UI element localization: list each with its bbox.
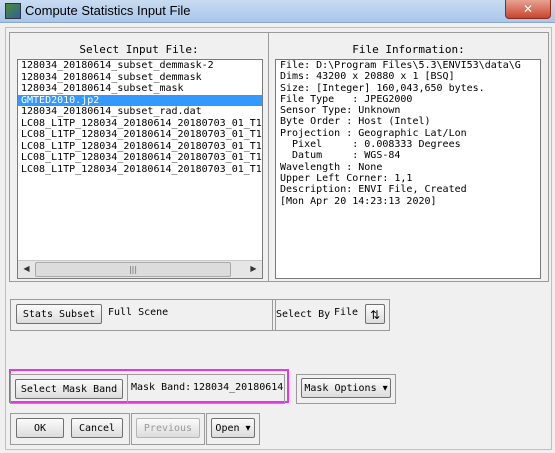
info-line: Description: ENVI File, Created [280,184,467,196]
list-item[interactable]: 128034_20180614_subset_demmask-2 [18,60,262,72]
title-bar[interactable]: Compute Statistics Input File ✕ [0,0,555,23]
mask-options-group: Mask Options ▾ [296,374,396,404]
file-info-text: File: D:\Program Files\5.3\ENVI53\data\G… [275,59,541,279]
cancel-button[interactable]: Cancel [71,418,123,438]
info-line: Byte Order : Host (Intel) [280,116,431,128]
select-mask-band-button[interactable]: Select Mask Band [15,379,123,399]
select-by-value: File [334,307,359,318]
input-file-panel: Select Input File: 128034_20180614_subse… [9,32,269,282]
list-item[interactable]: LC08_L1TP_128034_20180614_20180703_01_T1 [18,118,262,130]
open-label: Open [215,423,240,434]
select-by-toggle-icon[interactable]: ⇅ [365,304,385,324]
info-line: Wavelength : None [280,161,383,173]
scroll-thumb[interactable]: ||| [35,262,231,277]
info-line: Dims: 43200 x 20880 x 1 [BSQ] [280,71,455,83]
input-file-items: 128034_20180614_subset_demmask-2 128034_2… [18,60,262,175]
input-file-panel-title: Select Input File: [79,43,199,56]
horizontal-scrollbar[interactable]: ◀ ||| ▶ [18,260,262,278]
list-item[interactable]: LC08_L1TP_128034_20180614_20180703_01_T1 [18,141,262,153]
file-info-panel-title: File Information: [352,43,465,56]
chevron-down-icon: ▾ [245,423,251,434]
list-item[interactable]: LC08_L1TP_128034_20180614_20180703_01_T1 [18,129,262,141]
info-line: Datum : WGS-84 [280,150,401,162]
stats-subset-value: Full Scene [108,307,169,318]
mask-band-value: 128034_20180614 [193,382,284,393]
select-by-label: Select By [276,309,331,320]
info-line: Upper Left Corner: 1,1 [280,172,413,184]
previous-group: Previous [131,413,205,445]
dialog-content: Select Input File: 128034_20180614_subse… [5,27,552,450]
info-line: Projection : Geographic Lat/Lon [280,127,467,139]
app-icon [5,3,21,19]
file-info-panel: File Information: File: D:\Program Files… [268,32,549,282]
chevron-down-icon: ▾ [382,383,388,394]
mask-options-button[interactable]: Mask Options ▾ [301,378,391,398]
ok-button[interactable]: OK [16,418,64,438]
info-line: Sensor Type: Unknown [280,105,401,117]
stats-subset-group: Stats Subset Full Scene [10,299,276,331]
list-item[interactable]: LC08_L1TP_128034_20180614_20180703_01_T1 [18,152,262,164]
scroll-left-icon[interactable]: ◀ [19,262,34,276]
info-line: [Mon Apr 20 14:23:13 2020] [280,195,437,207]
open-button[interactable]: Open ▾ [211,418,255,438]
previous-button[interactable]: Previous [136,418,200,438]
close-button[interactable]: ✕ [505,0,551,19]
info-line: Pixel : 0.008333 Degrees [280,139,461,151]
select-by-group: Select By File ⇅ [272,299,390,331]
compute-statistics-dialog: Compute Statistics Input File ✕ Select I… [0,0,555,453]
info-line: File Type : JPEG2000 [280,93,413,105]
input-file-list[interactable]: 128034_20180614_subset_demmask-2 128034_2… [17,59,263,279]
list-item[interactable]: GMTED2010.jp2 [18,94,262,106]
mask-band-field-group: Mask Band: 128034_20180614 [127,374,285,404]
list-item[interactable]: 128034_20180614_subset_demmask [18,72,262,84]
open-group: Open ▾ [206,413,260,445]
stats-subset-button[interactable]: Stats Subset [16,304,102,324]
mask-band-label: Mask Band: [131,382,192,393]
info-line: File: D:\Program Files\5.3\ENVI53\data\G [280,60,521,71]
scroll-right-icon[interactable]: ▶ [246,262,261,276]
ok-cancel-group: OK Cancel [10,413,130,445]
info-line: Size: [Integer] 160,043,650 bytes. [280,82,485,94]
window-title: Compute Statistics Input File [25,3,191,18]
list-item[interactable]: LC08_L1TP_128034_20180614_20180703_01_T1 [18,164,262,176]
list-item[interactable]: 128034_20180614_subset_rad.dat [18,106,262,118]
list-item[interactable]: 128034_20180614_subset_mask [18,83,262,95]
mask-band-button-group: Select Mask Band [10,374,128,404]
mask-options-label: Mask Options [304,383,377,394]
